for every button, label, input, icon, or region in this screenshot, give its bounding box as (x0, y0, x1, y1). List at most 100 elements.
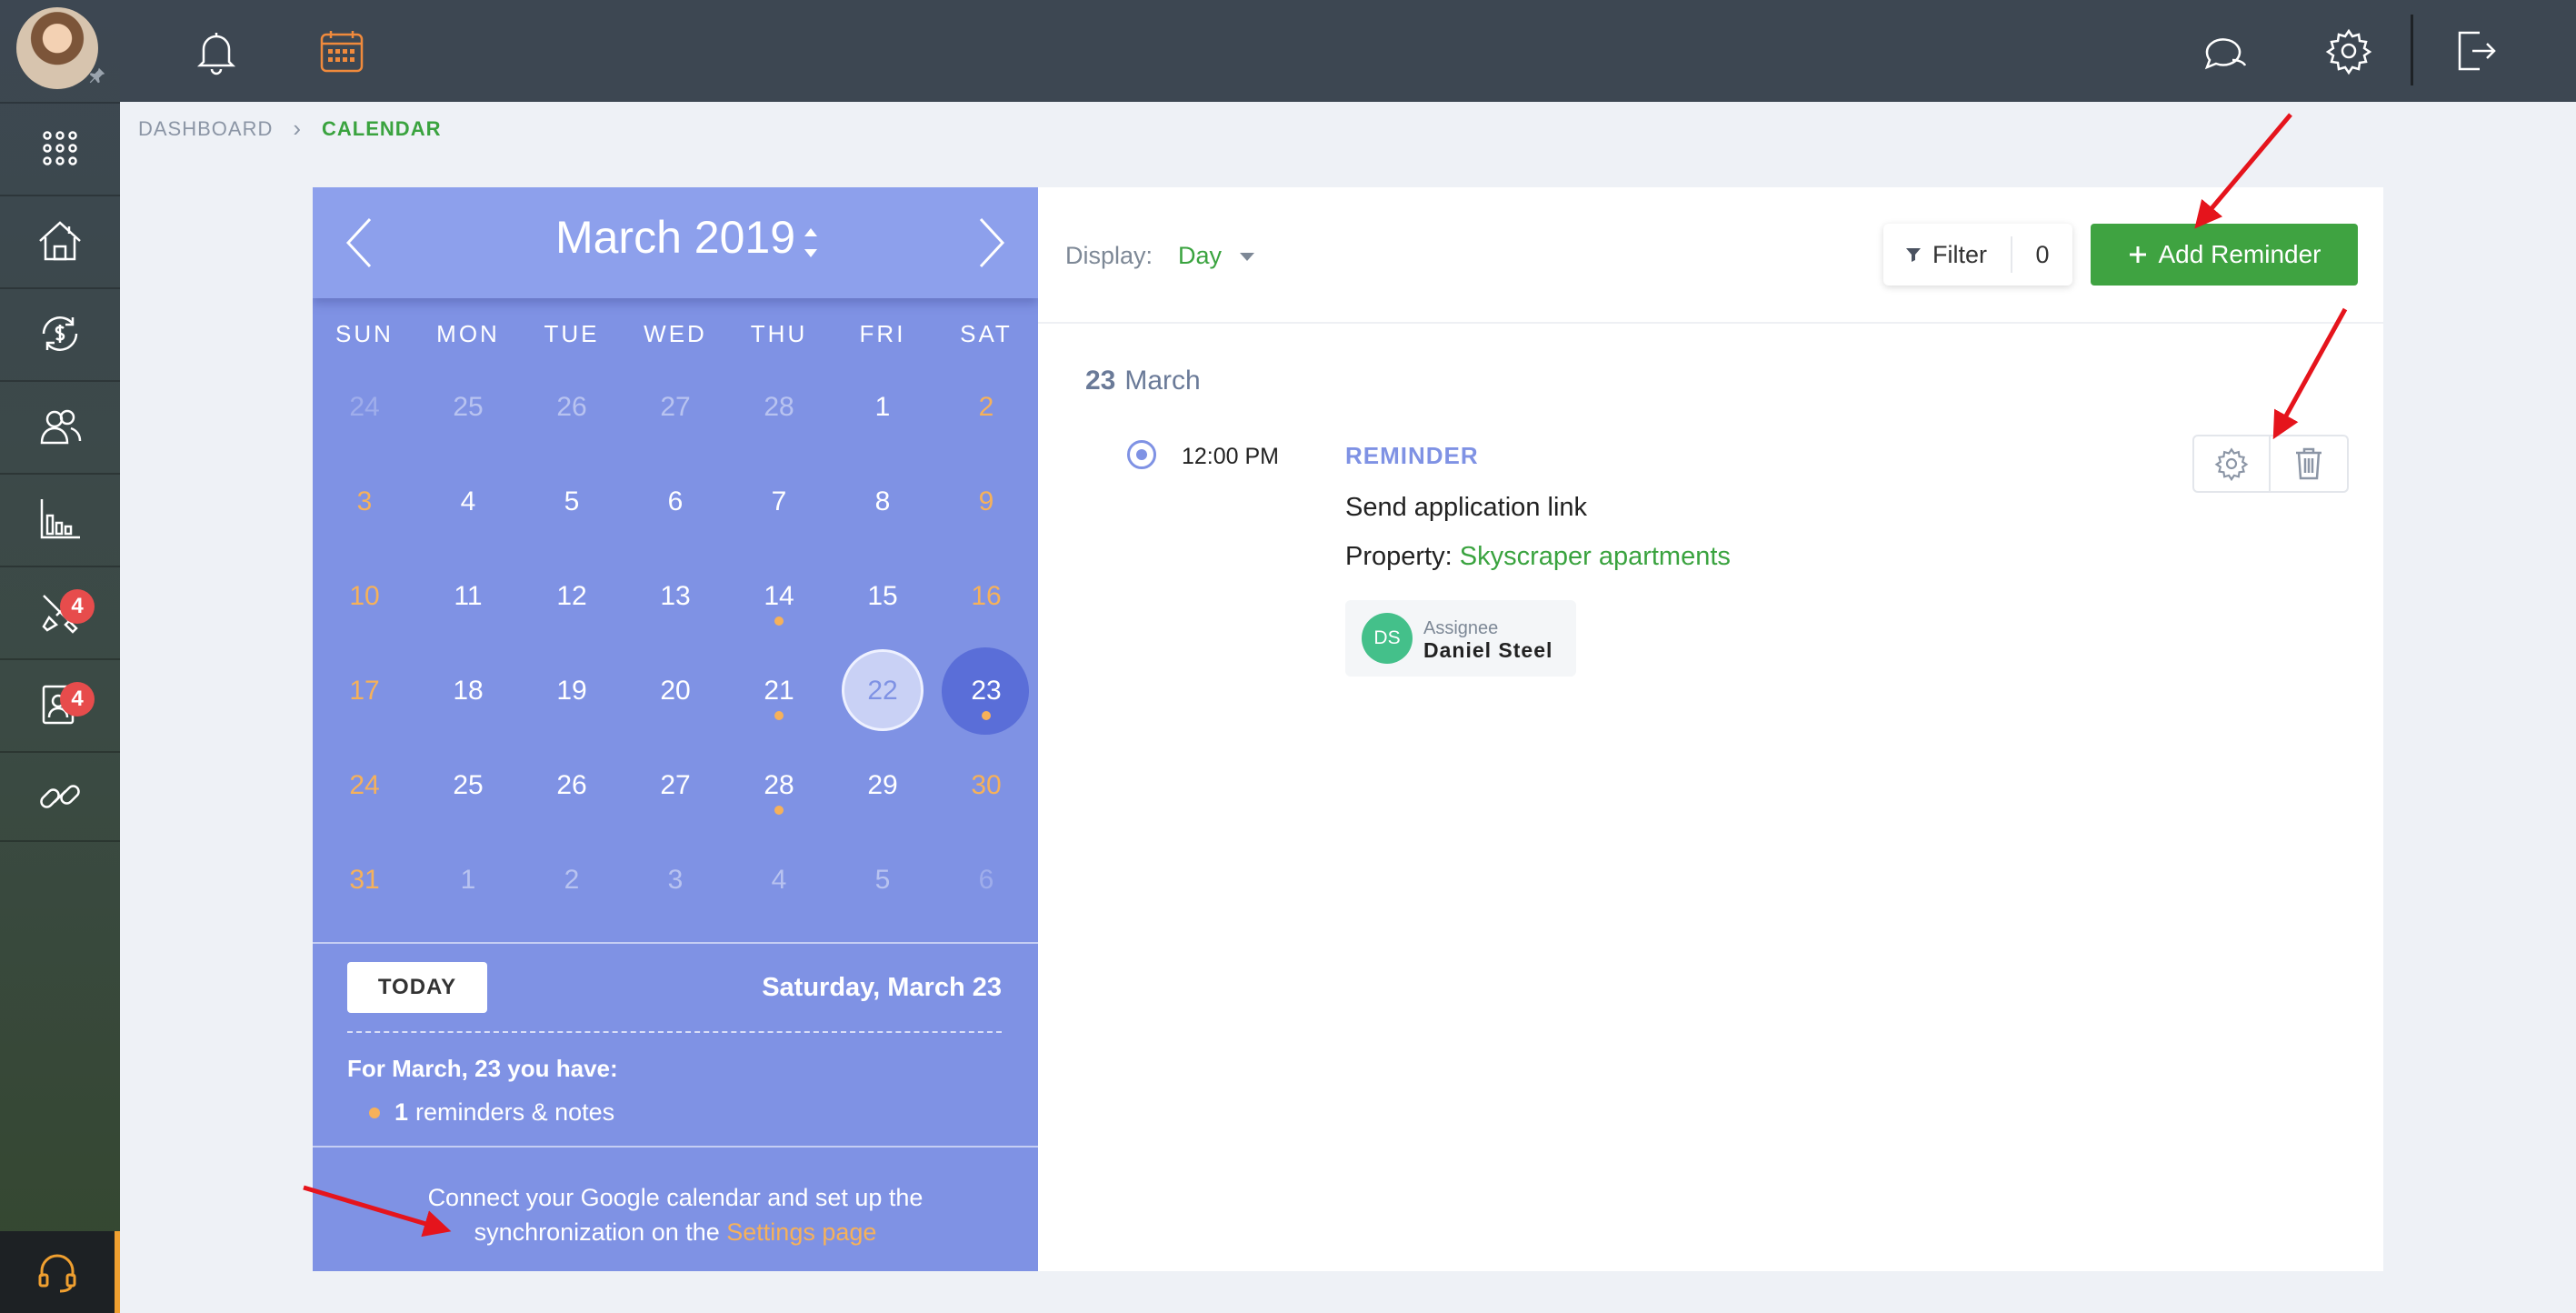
sidebar-item-tenants[interactable] (0, 380, 120, 471)
day-number: 21 (764, 676, 794, 706)
filter-button[interactable]: Filter 0 (1883, 224, 2072, 286)
day-cell[interactable]: 6 (934, 833, 1038, 927)
day-cell[interactable]: 13 (624, 549, 727, 644)
calendar-button[interactable] (311, 20, 373, 82)
day-cell[interactable]: 10 (313, 549, 416, 644)
day-cell[interactable]: 4 (727, 833, 831, 927)
day-cell[interactable]: 2 (520, 833, 624, 927)
day-number: 6 (978, 865, 994, 895)
calendar-divider (313, 942, 1038, 944)
notifications-button[interactable] (185, 20, 247, 82)
breadcrumb-separator: › (293, 115, 303, 142)
date-month: March (1124, 366, 1201, 396)
property-link[interactable]: Skyscraper apartments (1460, 542, 1731, 571)
day-cell[interactable]: 17 (313, 644, 416, 738)
sidebar-item-reports[interactable] (0, 473, 120, 564)
sidebar-item-properties[interactable] (0, 195, 120, 286)
day-cell-today[interactable]: 22 (831, 644, 934, 738)
settings-button[interactable] (2318, 20, 2380, 82)
settings-page-link[interactable]: Settings page (726, 1218, 876, 1246)
day-cell[interactable]: 24 (313, 360, 416, 455)
day-cell-selected[interactable]: 23 (934, 644, 1038, 738)
day-number: 22 (867, 676, 898, 706)
plus-icon (2129, 246, 2146, 263)
today-button[interactable]: TODAY (347, 962, 487, 1013)
day-cell[interactable]: 16 (934, 549, 1038, 644)
day-number: 15 (867, 581, 898, 611)
logout-icon (2458, 31, 2496, 71)
messages-button[interactable] (2192, 20, 2254, 82)
day-cell[interactable]: 25 (416, 738, 520, 833)
day-number: 24 (349, 392, 380, 422)
sidebar-item-maintenance[interactable]: 4 (0, 566, 120, 656)
day-cell[interactable]: 18 (416, 644, 520, 738)
day-cell[interactable]: 24 (313, 738, 416, 833)
day-cell[interactable]: 28 (727, 360, 831, 455)
day-number: 5 (874, 865, 891, 895)
weekday-label: TUE (544, 320, 600, 347)
day-cell[interactable]: 25 (416, 360, 520, 455)
tenants-icon (40, 409, 82, 445)
calendar-header: March 2019 (313, 187, 1038, 298)
day-cell[interactable]: 9 (934, 455, 1038, 549)
day-cell[interactable]: 3 (313, 455, 416, 549)
calendar-month-title[interactable]: March 2019 (313, 211, 1038, 264)
summary-bullet (369, 1108, 380, 1118)
logout-button[interactable] (2443, 20, 2505, 82)
day-cell[interactable]: 4 (416, 455, 520, 549)
day-cell[interactable]: 28 (727, 738, 831, 833)
day-cell[interactable]: 3 (624, 833, 727, 927)
day-cell[interactable]: 7 (727, 455, 831, 549)
support-button[interactable] (0, 1231, 120, 1313)
day-cell[interactable]: 1 (831, 360, 934, 455)
month-spinner-icon[interactable] (800, 218, 822, 267)
day-cell[interactable]: 21 (727, 644, 831, 738)
apps-grid-icon (43, 131, 77, 165)
day-cell[interactable]: 31 (313, 833, 416, 927)
summary-count: 1 (394, 1098, 409, 1126)
filter-label-group: Filter (1883, 236, 2012, 273)
applicants-badge: 4 (60, 682, 95, 717)
day-cell[interactable]: 6 (624, 455, 727, 549)
day-cell[interactable]: 30 (934, 738, 1038, 833)
day-cell[interactable]: 15 (831, 549, 934, 644)
day-cell[interactable]: 11 (416, 549, 520, 644)
day-cell[interactable]: 26 (520, 738, 624, 833)
breadcrumb-dashboard-link[interactable]: DASHBOARD (138, 117, 273, 141)
day-number: 16 (971, 581, 1002, 611)
sidebar-item-apps[interactable] (0, 102, 120, 193)
day-cell[interactable]: 5 (831, 833, 934, 927)
delete-reminder-button[interactable] (2271, 436, 2347, 491)
event-status-radio[interactable] (1127, 440, 1156, 469)
edit-reminder-button[interactable] (2194, 436, 2271, 491)
day-cell[interactable]: 2 (934, 360, 1038, 455)
day-cell[interactable]: 8 (831, 455, 934, 549)
sidebar-item-payments[interactable] (0, 287, 120, 378)
event-actions (2192, 435, 2349, 493)
add-reminder-button[interactable]: Add Reminder (2091, 224, 2358, 286)
google-sync-note: Connect your Google calendar and set up … (349, 1180, 1002, 1249)
day-cell[interactable]: 27 (624, 738, 727, 833)
breadcrumb: DASHBOARD › CALENDAR (138, 115, 441, 143)
day-cell[interactable]: 20 (624, 644, 727, 738)
sidebar-item-applicants[interactable]: 4 (0, 658, 120, 749)
day-cell[interactable]: 29 (831, 738, 934, 833)
day-cell[interactable]: 26 (520, 360, 624, 455)
day-cell[interactable]: 12 (520, 549, 624, 644)
pin-icon[interactable] (87, 65, 107, 85)
day-cell[interactable]: 27 (624, 360, 727, 455)
weekday-label: SAT (960, 320, 1013, 347)
display-mode-select[interactable]: Day (1178, 242, 1222, 270)
event-indicator-dot (774, 616, 784, 626)
add-reminder-label: Add Reminder (2158, 240, 2321, 268)
sidebar-item-links[interactable] (0, 751, 120, 842)
user-avatar[interactable] (16, 7, 98, 89)
chevron-down-icon[interactable] (1240, 253, 1254, 261)
day-cell[interactable]: 1 (416, 833, 520, 927)
day-cell[interactable]: 5 (520, 455, 624, 549)
day-number: 18 (453, 676, 484, 706)
next-month-button[interactable] (965, 211, 1020, 275)
day-cell[interactable]: 14 (727, 549, 831, 644)
filter-icon (1906, 248, 1921, 262)
day-cell[interactable]: 19 (520, 644, 624, 738)
